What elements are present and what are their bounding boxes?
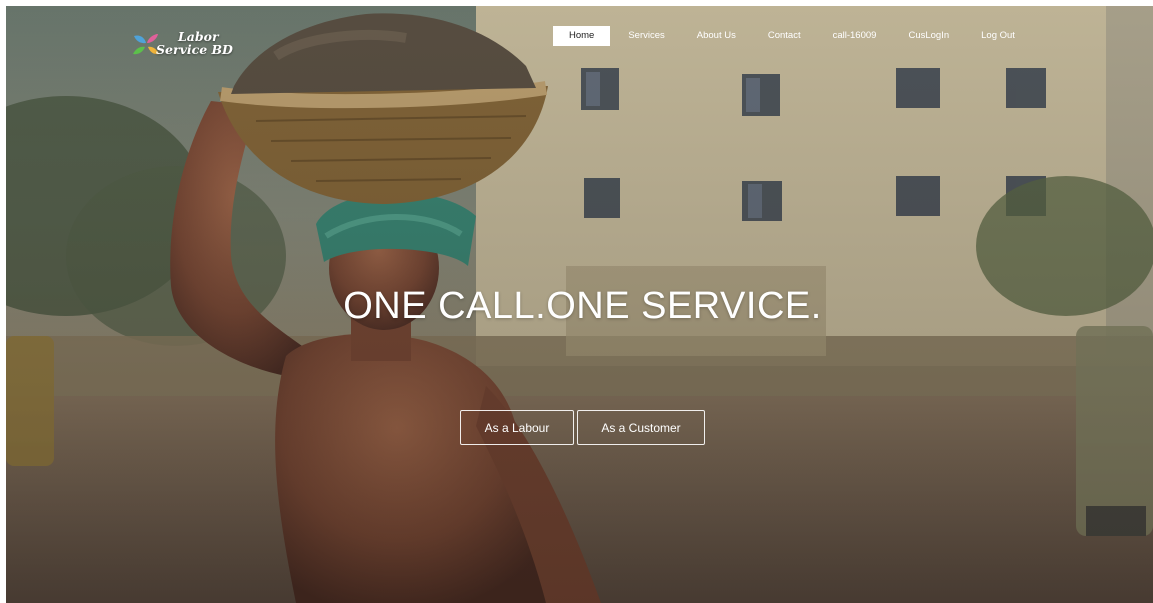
nav-item-services: Services (612, 26, 680, 46)
brand-logo[interactable]: Labor Service BD (132, 30, 252, 64)
nav-item-logout: Log Out (965, 26, 1031, 46)
as-customer-button[interactable]: As a Customer (577, 410, 705, 445)
top-navbar: Labor Service BD Home Services About Us … (6, 6, 1153, 70)
hero-headline: ONE CALL.ONE SERVICE. (343, 285, 822, 327)
nav-link-call[interactable]: call-16009 (817, 26, 893, 46)
hero-section: Labor Service BD Home Services About Us … (6, 6, 1153, 603)
nav-link-about-us[interactable]: About Us (681, 26, 752, 46)
nav-link-contact[interactable]: Contact (752, 26, 817, 46)
main-nav: Home Services About Us Contact call-1600… (553, 26, 1031, 46)
brand-name: Labor Service BD (156, 30, 233, 56)
nav-link-services[interactable]: Services (612, 26, 680, 46)
nav-item-customer-login: CusLogIn (892, 26, 965, 46)
as-labour-button[interactable]: As a Labour (460, 410, 574, 445)
hero-cta-group: As a Labour As a Customer (460, 410, 705, 445)
nav-item-contact: Contact (752, 26, 817, 46)
nav-link-customer-login[interactable]: CusLogIn (892, 26, 965, 46)
nav-link-home[interactable]: Home (553, 26, 611, 46)
brand-name-line2: Service BD (156, 42, 233, 57)
nav-item-home: Home (553, 26, 612, 46)
nav-item-about: About Us (681, 26, 752, 46)
nav-item-call: call-16009 (817, 26, 893, 46)
nav-link-logout[interactable]: Log Out (965, 26, 1031, 46)
